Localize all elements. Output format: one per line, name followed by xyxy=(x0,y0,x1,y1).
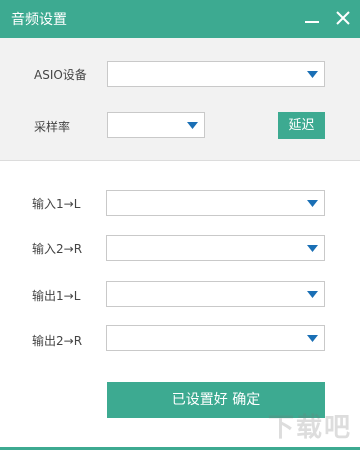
output-2-select[interactable] xyxy=(106,325,325,351)
minimize-button[interactable] xyxy=(300,6,324,30)
chevron-down-icon xyxy=(307,291,318,298)
device-settings-panel xyxy=(0,38,360,161)
close-icon xyxy=(331,6,355,30)
watermark-logo: 下载吧 xyxy=(267,413,352,443)
chevron-down-icon xyxy=(187,122,198,129)
chevron-down-icon xyxy=(307,245,318,252)
output-2-label: 输出2→R xyxy=(32,334,83,348)
chevron-down-icon xyxy=(307,200,318,207)
sample-rate-label: 采样率 xyxy=(34,120,71,134)
input-1-select[interactable] xyxy=(106,190,325,216)
asio-device-select[interactable] xyxy=(107,61,325,87)
minimize-icon xyxy=(300,6,324,30)
chevron-down-icon xyxy=(307,71,318,78)
output-1-select[interactable] xyxy=(106,281,325,307)
close-button[interactable] xyxy=(331,6,355,30)
latency-button[interactable]: 延迟 xyxy=(278,112,325,139)
input-2-label: 输入2→R xyxy=(32,242,83,256)
asio-device-label: ASIO设备 xyxy=(34,68,87,82)
title-bar: 音频设置 xyxy=(0,0,360,38)
output-1-label: 输出1→L xyxy=(32,289,81,303)
input-1-label: 输入1→L xyxy=(32,197,81,211)
sample-rate-select[interactable] xyxy=(107,112,205,138)
input-2-select[interactable] xyxy=(106,235,325,261)
chevron-down-icon xyxy=(307,335,318,342)
window-title: 音频设置 xyxy=(11,12,67,28)
